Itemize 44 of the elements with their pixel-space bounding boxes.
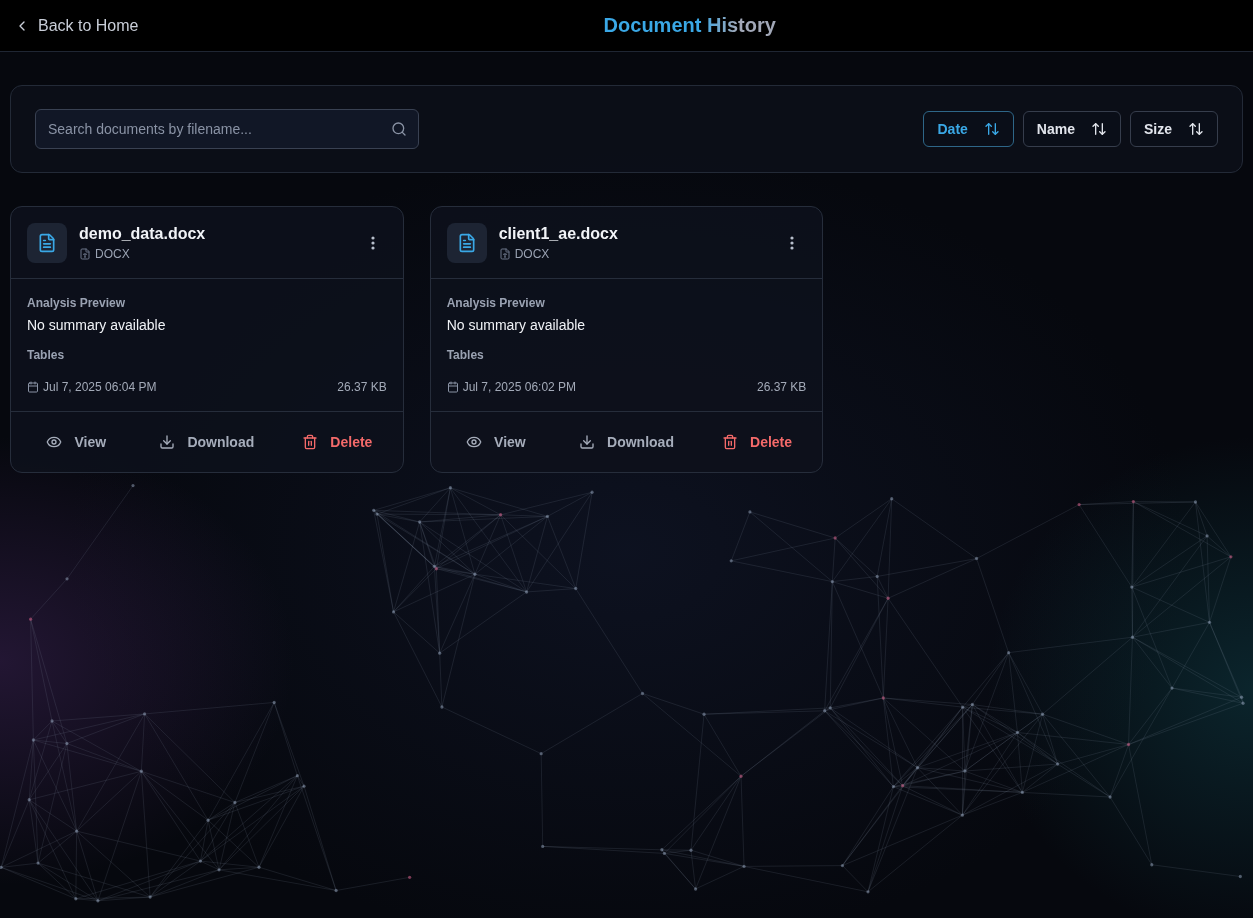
- view-button[interactable]: View: [456, 426, 536, 458]
- file-name: demo_data.docx: [79, 224, 206, 244]
- page-title: Document History: [603, 14, 776, 37]
- file-size: 26.37 KB: [756, 379, 807, 395]
- trash-icon: [722, 434, 739, 450]
- sort-button[interactable]: Name: [1022, 111, 1121, 147]
- document-icon: [446, 223, 487, 263]
- file-icon: [498, 248, 511, 260]
- more-vertical-icon: [370, 236, 375, 250]
- search-field[interactable]: Search documents by filename...: [35, 109, 419, 149]
- calendar-icon: [446, 381, 459, 393]
- delete-button[interactable]: Delete: [292, 426, 383, 458]
- download-icon: [579, 434, 596, 450]
- summary-text: No summary available: [27, 316, 166, 335]
- preview-label: Analysis Preview: [446, 295, 545, 311]
- summary-text: No summary available: [446, 316, 586, 335]
- sort-button[interactable]: Size: [1130, 111, 1218, 147]
- upload-date: Jul 7, 2025 06:02 PM: [462, 379, 577, 395]
- section-label: Tables: [446, 347, 484, 363]
- file-icon: [79, 248, 91, 260]
- file-type: DOCX: [95, 246, 130, 262]
- calendar-icon: [27, 381, 39, 393]
- sort-arrows-icon: [1188, 121, 1204, 137]
- view-button[interactable]: View: [36, 426, 117, 458]
- eye-icon: [46, 434, 63, 450]
- back-link[interactable]: Back to Home: [12, 12, 141, 39]
- search-icon: [391, 121, 407, 137]
- upload-date: Jul 7, 2025 06:04 PM: [43, 379, 157, 395]
- document-icon: [27, 223, 67, 263]
- sort-button[interactable]: Date: [923, 111, 1014, 147]
- sort-arrows-icon: [1091, 121, 1107, 137]
- file-type: DOCX: [514, 246, 550, 262]
- section-label: Tables: [27, 347, 65, 363]
- sort-arrows-icon: [983, 121, 1000, 137]
- trash-icon: [302, 434, 319, 450]
- download-button[interactable]: Download: [149, 426, 265, 458]
- more-vertical-icon: [790, 236, 795, 250]
- download-icon: [159, 434, 176, 450]
- file-size: 26.37 KB: [337, 379, 387, 395]
- delete-button[interactable]: Delete: [712, 426, 803, 458]
- preview-label: Analysis Preview: [27, 295, 126, 311]
- eye-icon: [466, 434, 483, 450]
- file-name: client1_ae.docx: [498, 224, 618, 244]
- download-button[interactable]: Download: [569, 426, 684, 458]
